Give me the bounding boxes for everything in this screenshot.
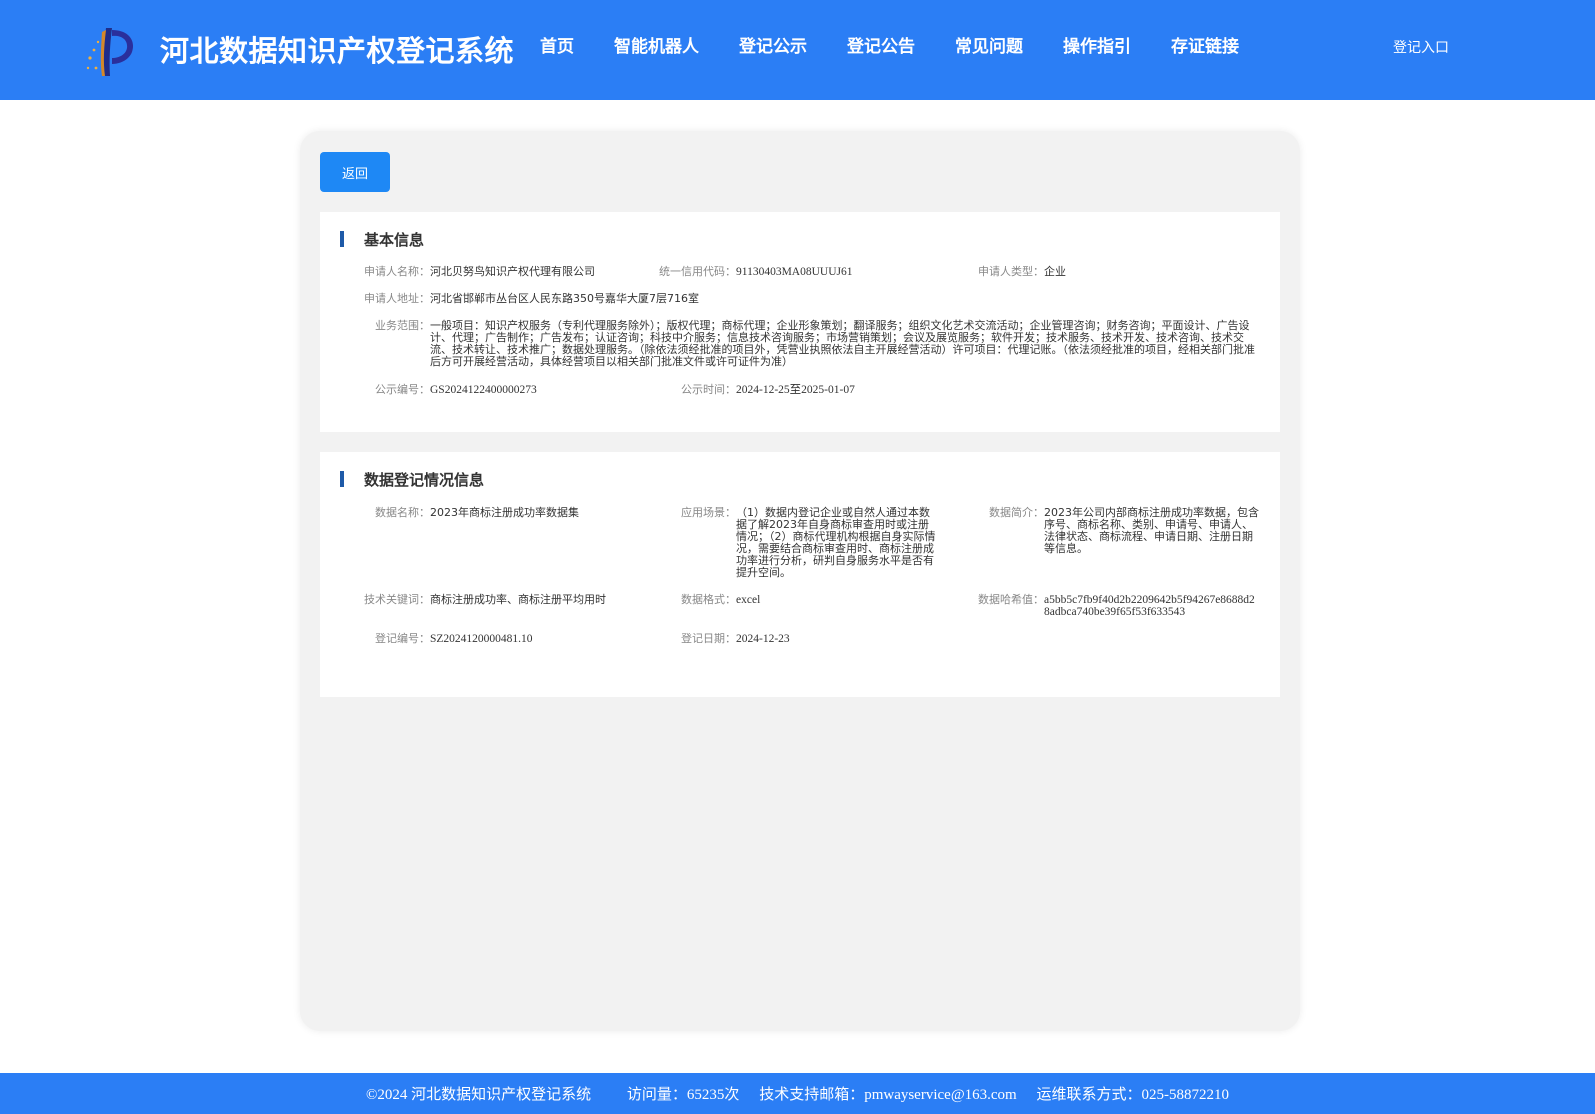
field-value: 91130403MA08UUUJ61 [736,266,853,278]
field-value: （1）数据内登记企业或自然人通过本数据了解2023年自身商标审查用时或注册情况；… [736,506,936,579]
field-value: 河北贝努鸟知识产权代理有限公司 [430,265,595,278]
notice-no-field: 公示编号： GS2024122400000273 [356,383,676,397]
data-intro-field: 数据简介： 2023年公司内部商标注册成功率数据，包含序号、商标名称、类别、申请… [970,507,1260,555]
basic-info-card: 基本信息 申请人名称： 河北贝努鸟知识产权代理有限公司 统一信用代码： 9113… [320,212,1280,432]
field-label: 数据简介： [989,506,1044,519]
field-label: 申请人名称： [364,265,430,278]
applicant-name-field: 申请人名称： 河北贝努鸟知识产权代理有限公司 [356,266,646,278]
footer-contact: 运维联系方式：025-58872210 [1036,1087,1229,1103]
title-accent-bar [340,471,344,487]
site-logo-icon [86,28,134,76]
site-title: 河北数据知识产权登记系统 [160,34,515,68]
nav-guide[interactable]: 操作指引 [1063,34,1131,60]
field-label: 统一信用代码： [659,265,736,278]
field-value: 企业 [1044,265,1066,278]
field-value: 河北省邯郸市丛台区人民东路350号嘉华大厦7层716室 [430,292,699,305]
keywords-field: 技术关键词： 商标注册成功率、商标注册平均用时 [356,594,646,606]
field-label: 业务范围： [375,319,430,332]
data-hash-field: 数据哈希值： a5bb5c7fb9f40d2b2209642b5f94267e8… [970,593,1260,619]
detail-panel: 返回 基本信息 申请人名称： 河北贝努鸟知识产权代理有限公司 统一信用代码： 9… [300,131,1300,1031]
footer-text: ©2024 河北数据知识产权登记系统 访问量：65235次 技术支持邮箱：pmw… [366,1083,1229,1104]
applicant-type-field: 申请人类型： 企业 [970,266,1260,278]
nav-home[interactable]: 首页 [540,34,574,60]
reg-no-field: 登记编号： SZ2024120000481.10 [356,632,646,646]
scenario-field: 应用场景： （1）数据内登记企业或自然人通过本数据了解2023年自身商标审查用时… [650,507,936,579]
nav-evidence-link[interactable]: 存证链接 [1171,34,1239,60]
footer-email: 技术支持邮箱：pmwayservice@163.com [759,1087,1017,1103]
page-footer: ©2024 河北数据知识产权登记系统 访问量：65235次 技术支持邮箱：pmw… [0,1073,1595,1114]
field-label: 数据哈希值： [978,593,1044,606]
section-title-text: 数据登记情况信息 [364,470,485,489]
field-label: 公示时间： [681,383,736,396]
address-field: 申请人地址： 河北省邯郸市丛台区人民东路350号嘉华大厦7层716室 [356,293,956,305]
nav-faq[interactable]: 常见问题 [955,34,1023,60]
back-button[interactable]: 返回 [320,152,390,192]
nav-registration-publicity[interactable]: 登记公示 [739,34,807,60]
field-value: a5bb5c7fb9f40d2b2209642b5f94267e8688d28a… [1044,594,1255,618]
field-value: 2024-12-23 [736,633,790,645]
field-label: 数据格式： [681,593,736,606]
notice-time-field: 公示时间： 2024-12-25至2025-01-07 [650,383,970,397]
field-value: 2023年商标注册成功率数据集 [430,506,579,519]
section-title-data: 数据登记情况信息 [340,468,484,490]
top-header: 河北数据知识产权登记系统 首页 智能机器人 登记公示 登记公告 常见问题 操作指… [0,0,1595,100]
field-label: 申请人类型： [978,265,1044,278]
field-label: 数据名称： [375,506,430,519]
data-format-field: 数据格式： excel [650,593,936,607]
section-title-basic: 基本信息 [340,228,424,250]
business-scope-field: 业务范围： 一般项目：知识产权服务（专利代理服务除外）；版权代理；商标代理；企业… [356,320,1260,368]
footer-visits: 访问量：65235次 [626,1087,740,1103]
nav-registration-announcement[interactable]: 登记公告 [847,34,915,60]
nav-robot[interactable]: 智能机器人 [614,34,699,60]
field-value: SZ2024120000481.10 [430,633,533,645]
main-nav: 首页 智能机器人 登记公示 登记公告 常见问题 操作指引 存证链接 [540,34,1279,60]
title-accent-bar [340,231,344,247]
section-title-text: 基本信息 [364,230,425,249]
field-label: 技术关键词： [364,593,430,606]
field-value: 商标注册成功率、商标注册平均用时 [430,593,606,606]
footer-copyright: ©2024 河北数据知识产权登记系统 [366,1087,592,1103]
field-label: 登记日期： [681,632,736,645]
data-registration-card: 数据登记情况信息 数据名称： 2023年商标注册成功率数据集 应用场景： （1）… [320,452,1280,697]
field-label: 公示编号： [375,383,430,396]
field-value: 一般项目：知识产权服务（专利代理服务除外）；版权代理；商标代理；企业形象策划；翻… [430,319,1255,368]
field-label: 申请人地址： [364,292,430,305]
field-value: excel [736,594,761,606]
field-value: 2023年公司内部商标注册成功率数据，包含序号、商标名称、类别、申请号、申请人、… [1044,506,1259,555]
field-value: 2024-12-25至2025-01-07 [736,384,855,396]
reg-date-field: 登记日期： 2024-12-23 [650,632,936,646]
credit-code-field: 统一信用代码： 91130403MA08UUUJ61 [650,265,950,279]
field-value: GS2024122400000273 [430,384,537,396]
field-label: 应用场景： [681,506,736,519]
field-label: 登记编号： [375,632,430,645]
login-link[interactable]: 登记入口 [1393,38,1449,58]
data-name-field: 数据名称： 2023年商标注册成功率数据集 [356,507,646,519]
